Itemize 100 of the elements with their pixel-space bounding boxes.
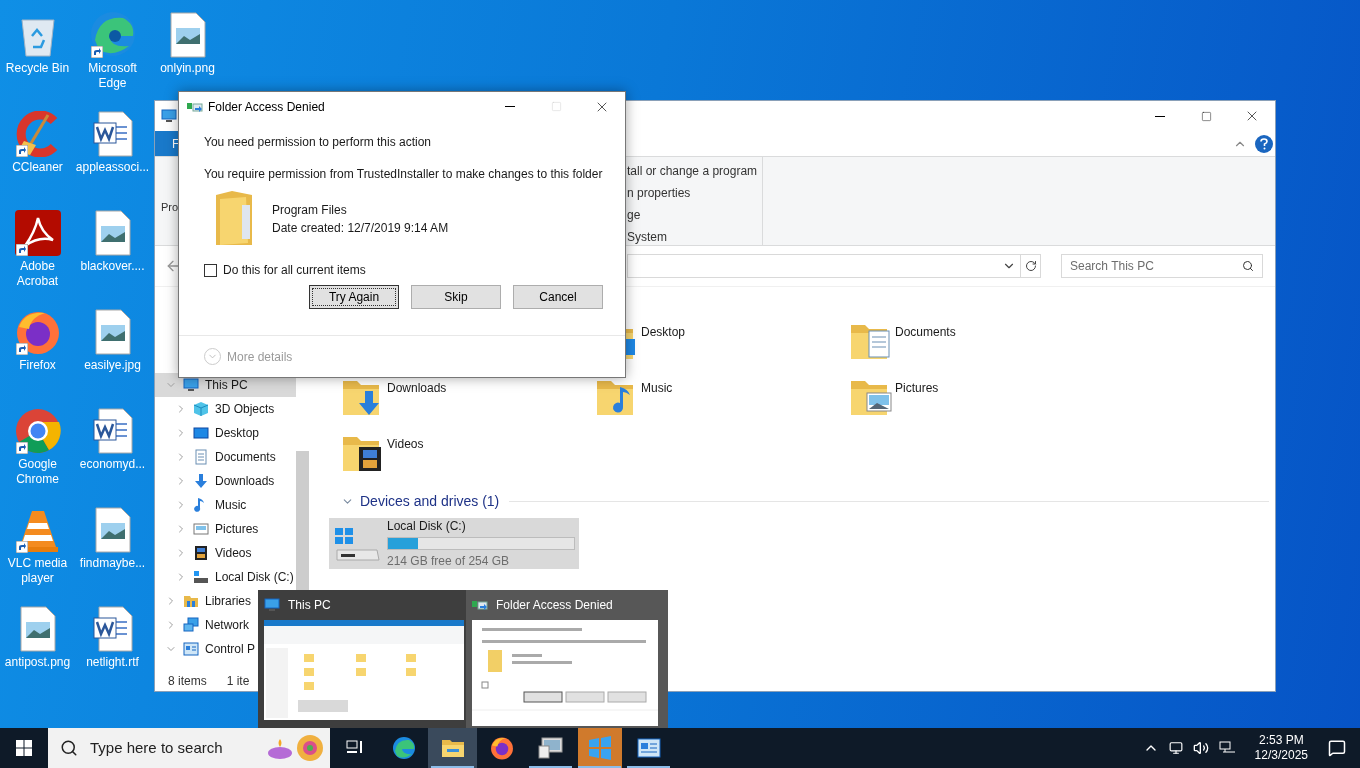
folder-label[interactable]: Music — [641, 373, 673, 397]
desktop-icon-label[interactable]: Microsoft Edge — [75, 61, 150, 91]
ribbon-command[interactable]: ge — [627, 207, 762, 224]
network-icon — [183, 617, 199, 633]
computer-icon — [183, 377, 199, 393]
volume-icon[interactable] — [1192, 740, 1209, 756]
nav-item[interactable]: Documents — [155, 445, 280, 469]
search-icon — [1242, 260, 1254, 272]
ribbon-command[interactable]: System — [627, 229, 762, 246]
firefox-icon[interactable] — [489, 736, 514, 760]
nav-item[interactable]: Network — [155, 613, 253, 637]
folder-label[interactable]: Pictures — [895, 373, 939, 397]
section-heading[interactable]: Devices and drives (1) — [360, 491, 500, 512]
window-preview[interactable]: This PC — [258, 590, 466, 728]
desktop-icon-label[interactable]: Adobe Acrobat — [0, 259, 75, 289]
taskbar-app[interactable] — [428, 728, 477, 768]
status-text: 1 ite — [226, 673, 250, 690]
desktop-icon-label[interactable]: CCleaner — [11, 160, 64, 175]
ribbon-label: Pro — [161, 200, 179, 215]
cube-icon — [193, 401, 209, 417]
status-text: 8 items — [168, 673, 207, 690]
edge-icon[interactable] — [391, 736, 416, 760]
dialog-button[interactable]: Cancel — [513, 285, 603, 309]
folder-icon[interactable] — [440, 738, 465, 758]
minimize-icon — [505, 106, 515, 107]
window-title: Folder Access Denied — [208, 98, 325, 116]
image-file-icon — [94, 210, 131, 256]
library-folder-icon — [183, 593, 199, 609]
search-highlight-drawing — [266, 733, 324, 763]
desktop-icon-label[interactable]: VLC media player — [0, 556, 75, 586]
minimize-icon — [1155, 115, 1165, 117]
folder-transfer-icon — [472, 599, 488, 611]
refresh-icon[interactable] — [1024, 260, 1037, 272]
dialog-button[interactable]: Skip — [411, 285, 501, 309]
nav-item[interactable]: Local Disk (C:) — [155, 565, 298, 589]
word-document-icon — [92, 606, 133, 652]
drive-tile[interactable]: Local Disk (C:) 214 GB free of 254 GB — [329, 518, 579, 569]
item-name: Program Files — [272, 202, 348, 219]
chrome-icon — [14, 408, 61, 454]
computer-icon — [264, 597, 280, 613]
search-icon — [60, 739, 78, 757]
nav-item[interactable]: Videos — [155, 541, 256, 565]
nav-item[interactable]: Control P — [155, 637, 260, 661]
desktop-icon-label[interactable]: Recycle Bin — [4, 61, 71, 76]
desktop-icon-label[interactable]: blackover.... — [79, 259, 146, 274]
firefox-icon — [14, 309, 61, 355]
ribbon-command[interactable]: n properties — [627, 185, 762, 202]
monitor-icon[interactable] — [537, 736, 564, 760]
download-arrow-icon — [193, 473, 209, 489]
preview-title: This PC — [288, 597, 331, 614]
control-panel-icon — [183, 641, 199, 657]
film-icon — [193, 545, 209, 561]
nav-item[interactable]: Music — [155, 493, 251, 517]
word-document-icon — [92, 408, 133, 454]
dialog-button[interactable]: Try Again — [309, 285, 399, 309]
desktop-icon-label[interactable]: easilye.jpg — [83, 358, 142, 373]
ribbon-command[interactable]: tall or change a program — [627, 163, 762, 180]
maximize-icon — [1200, 110, 1212, 122]
window-preview[interactable]: Folder Access Denied — [466, 590, 668, 728]
word-document-icon — [92, 111, 133, 157]
checkbox[interactable] — [204, 263, 217, 277]
network-icon[interactable] — [1218, 741, 1235, 755]
acrobat-icon — [14, 210, 61, 256]
taskbar-search-field[interactable]: Type here to search — [48, 728, 330, 768]
windows-logo-icon — [16, 740, 32, 756]
desktop-icon-label[interactable]: economyd... — [78, 457, 147, 472]
folder-transfer-icon — [187, 100, 203, 113]
item-detail: Date created: 12/7/2019 9:14 AM — [272, 220, 449, 237]
device-icon[interactable] — [1168, 741, 1183, 755]
search-field[interactable]: Search This PC — [1061, 254, 1263, 278]
folder-label[interactable]: Documents — [895, 317, 956, 341]
nav-item[interactable]: Downloads — [155, 469, 279, 493]
nav-item[interactable]: 3D Objects — [155, 397, 279, 421]
clock-date[interactable]: 12/3/2025 — [1254, 748, 1308, 763]
nav-item[interactable]: Pictures — [155, 517, 263, 541]
task-view-icon[interactable] — [345, 740, 364, 756]
desktop-icon-label[interactable]: findmaybe... — [78, 556, 147, 571]
image-file-icon — [94, 309, 131, 355]
desktop-icon-label[interactable]: netlight.rtf — [85, 655, 140, 670]
folder-label[interactable]: Desktop — [641, 317, 686, 341]
control-panel-icon[interactable] — [636, 737, 661, 759]
folder-label[interactable]: Videos — [387, 429, 424, 453]
desktop-icon-label[interactable]: Google Chrome — [0, 457, 75, 487]
image-file-icon — [19, 606, 56, 652]
document-icon — [193, 449, 209, 465]
image-file-icon — [169, 12, 206, 58]
desktop-icon-label[interactable]: Firefox — [18, 358, 57, 373]
desktop-icon — [193, 425, 209, 441]
drive-icon — [193, 569, 209, 585]
checkbox-label[interactable]: Do this for all current items — [223, 261, 366, 279]
picture-icon — [193, 521, 209, 537]
desktop-icon-label[interactable]: appleassoci... — [74, 160, 151, 175]
notifications-icon[interactable] — [1328, 739, 1346, 757]
help-icon[interactable] — [1255, 134, 1273, 153]
nav-item[interactable]: Desktop — [155, 421, 264, 445]
clock-time[interactable]: 2:53 PM — [1258, 733, 1304, 748]
desktop-icon-label[interactable]: onlyin.png — [159, 61, 216, 76]
desktop-icon-label[interactable]: antipost.png — [3, 655, 72, 670]
nav-item[interactable]: Libraries — [155, 589, 256, 613]
image-file-icon — [94, 507, 131, 553]
